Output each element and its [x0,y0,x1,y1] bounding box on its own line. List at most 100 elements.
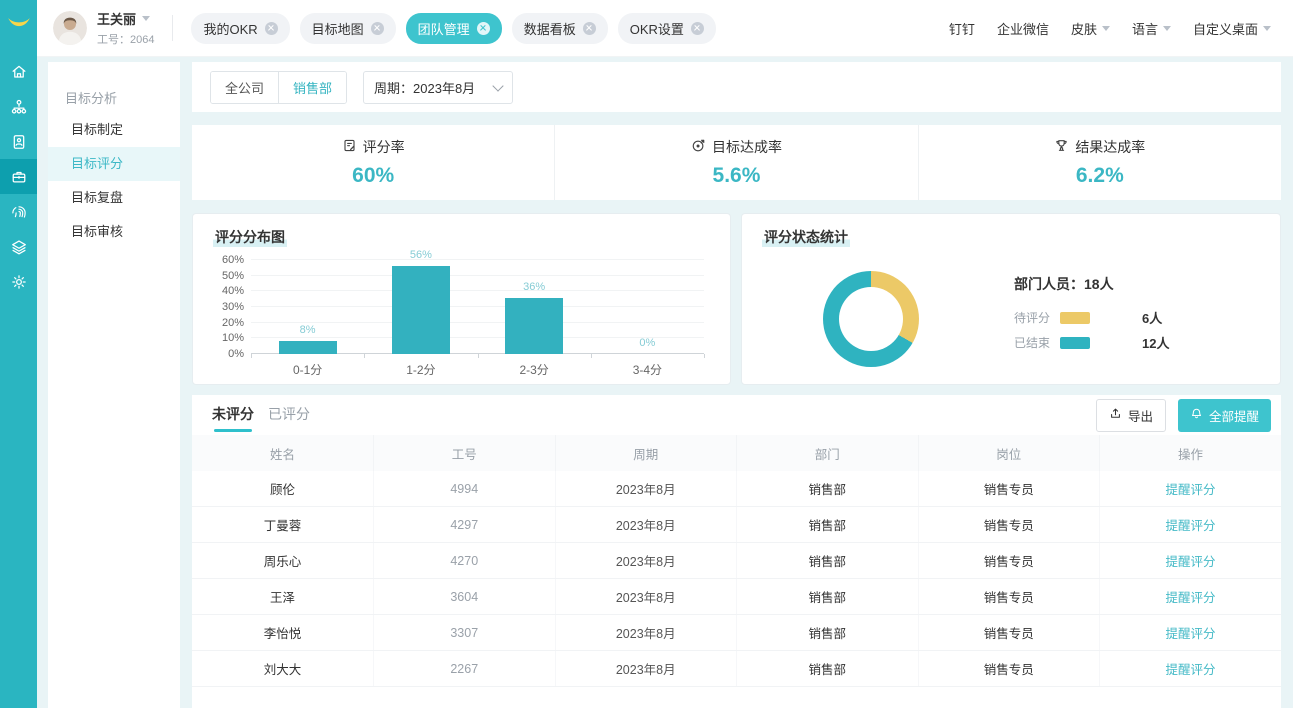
workspace-tab[interactable]: 数据看板 [512,13,608,44]
stat-label-row: 目标达成率 [691,137,782,157]
score-distribution-card: 评分分布图 0%10%20%30%40%50%60%8%0-1分56%1-2分3… [192,213,731,385]
export-button[interactable]: 导出 [1096,399,1166,432]
topbar-menu-item-label: 语言 [1132,19,1158,38]
chevron-down-icon [492,80,503,91]
cell-employee_id: 3604 [374,579,556,615]
chevron-down-icon [1102,26,1110,35]
cell-period: 2023年8月 [555,579,737,615]
rail-item-org-chart[interactable] [0,89,37,124]
remind-score-link[interactable]: 提醒评分 [1165,627,1215,641]
period-dropdown[interactable]: 周期：2023年8月 [363,71,513,104]
scope-segment[interactable]: 销售部 [278,72,346,103]
bar-chart-plot: 0%10%20%30%40%50%60%8%0-1分56%1-2分36%2-3分… [251,260,704,354]
bar-slot: 0%3-4分 [591,260,704,354]
remind-score-link[interactable]: 提醒评分 [1165,591,1215,605]
avatar[interactable] [53,11,87,45]
workspace-tab[interactable]: 目标地图 [300,13,396,44]
cell-employee_id: 4994 [374,471,556,507]
sidebar: 目标分析 目标制定目标评分目标复盘目标审核 [48,62,180,708]
user-name: 王关丽 [97,9,136,28]
x-axis-category-label: 2-3分 [519,361,548,378]
main-content: 全公司销售部 周期：2023年8月 评分率60%目标达成率5.6%结果达成率6.… [192,62,1281,708]
left-rail [0,0,37,708]
stat-block: 评分率60% [192,125,554,200]
topbar-menu-item[interactable]: 自定义桌面 [1193,19,1271,38]
filter-bar: 全公司销售部 周期：2023年8月 [192,62,1281,112]
cell-employee_id: 4297 [374,507,556,543]
rail-item-home[interactable] [0,54,37,89]
table-row: 王泽36042023年8月销售部销售专员提醒评分 [192,579,1281,615]
topbar-divider [172,15,173,41]
table-row: 刘大大22672023年8月销售部销售专员提醒评分 [192,651,1281,687]
donut-legend: 部门人员：18人 待评分6人已结束12人 [1014,274,1169,352]
sidebar-items: 目标制定目标评分目标复盘目标审核 [48,113,180,249]
table-tab[interactable]: 未评分 [212,404,254,426]
cell-position: 销售专员 [918,543,1100,579]
y-axis-tick-label: 0% [228,348,244,360]
x-axis-category-label: 1-2分 [406,361,435,378]
table-tabs: 未评分已评分 [198,404,310,426]
bar-slot: 56%1-2分 [364,260,477,354]
sidebar-item[interactable]: 目标复盘 [48,181,180,215]
rail-item-document[interactable] [0,124,37,159]
bar-slot: 8%0-1分 [251,260,364,354]
sidebar-item[interactable]: 目标审核 [48,215,180,249]
close-icon[interactable] [691,22,704,35]
table-row: 丁曼蓉42972023年8月销售部销售专员提醒评分 [192,507,1281,543]
y-axis-tick-label: 30% [222,301,244,313]
close-icon[interactable] [371,22,384,35]
rail-item-gear[interactable] [0,264,37,299]
gear-icon [10,273,28,291]
remind-all-button[interactable]: 全部提醒 [1178,399,1271,432]
target-rate-icon [691,138,706,156]
rail-item-fingerprint[interactable] [0,194,37,229]
topbar-menu-item[interactable]: 皮肤 [1071,19,1110,38]
rail-items [0,54,37,299]
user-box: 王关丽 工号：2064 [97,9,154,47]
close-icon[interactable] [265,22,278,35]
remind-score-link[interactable]: 提醒评分 [1165,555,1215,569]
legend-swatch [1060,337,1090,349]
remind-score-link[interactable]: 提醒评分 [1165,663,1215,677]
user-employee-id: 工号：2064 [97,31,154,47]
cell-department: 销售部 [737,543,919,579]
topbar-menu-item[interactable]: 语言 [1132,19,1171,38]
cell-period: 2023年8月 [555,651,737,687]
topbar-menu-item[interactable]: 企业微信 [997,19,1049,38]
topbar-menu-item[interactable]: 钉钉 [949,19,975,38]
workspace-tab-label: OKR设置 [630,19,684,38]
cell-name: 王泽 [192,579,374,615]
chevron-down-icon [1263,26,1271,35]
scope-segment[interactable]: 全公司 [211,72,278,103]
sidebar-item[interactable]: 目标评分 [48,147,180,181]
workspace-tab[interactable]: 我的OKR [191,13,289,44]
workspace-tab[interactable]: OKR设置 [618,13,716,44]
user-name-row[interactable]: 王关丽 [97,9,154,28]
close-icon[interactable] [583,22,596,35]
cell-department: 销售部 [737,471,919,507]
export-icon [1109,407,1122,423]
remind-score-link[interactable]: 提醒评分 [1165,519,1215,533]
x-axis-tick [591,354,592,358]
rail-item-layers[interactable] [0,229,37,264]
cell-period: 2023年8月 [555,615,737,651]
legend-item-value: 12人 [1142,333,1169,352]
department-total: 部门人员：18人 [1014,274,1169,294]
x-axis-tick [364,354,365,358]
rail-item-briefcase[interactable] [0,159,37,194]
close-icon[interactable] [477,22,490,35]
bar-value-label: 36% [523,281,545,293]
bar-value-label: 8% [300,324,316,336]
cell-name: 周乐心 [192,543,374,579]
app-logo[interactable] [0,0,37,46]
document-icon [10,133,28,151]
table-tab[interactable]: 已评分 [268,404,310,426]
workspace-tab[interactable]: 团队管理 [406,13,502,44]
topbar-menu-item-label: 皮肤 [1071,19,1097,38]
sidebar-item[interactable]: 目标制定 [48,113,180,147]
remind-score-link[interactable]: 提醒评分 [1165,483,1215,497]
workspace-tab-label: 目标地图 [312,19,364,38]
sidebar-section-title: 目标分析 [48,62,180,113]
stat-value: 6.2% [1076,164,1124,188]
cell-name: 刘大大 [192,651,374,687]
